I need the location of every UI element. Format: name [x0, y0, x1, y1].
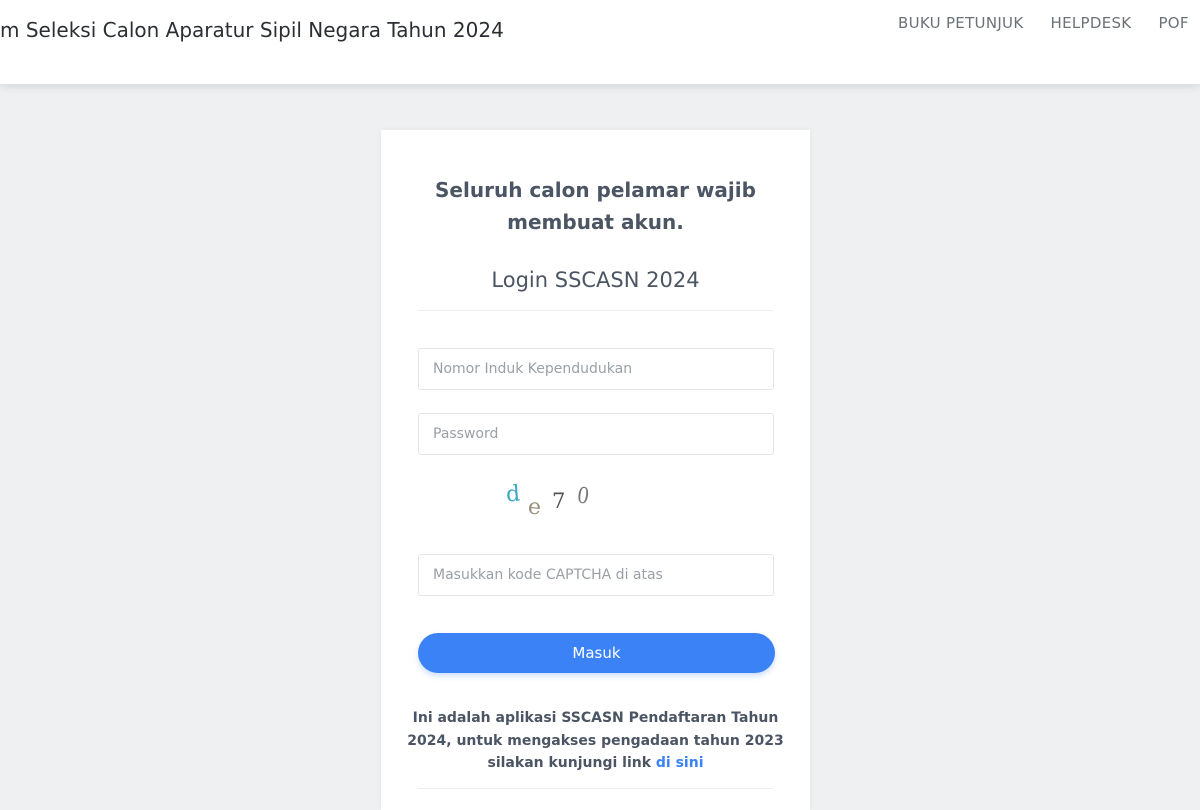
nav-portal[interactable]: POF	[1158, 14, 1188, 32]
divider	[418, 788, 773, 789]
nav-helpdesk[interactable]: HELPDESK	[1050, 14, 1131, 32]
password-input[interactable]	[418, 413, 774, 455]
login-headline: Seluruh calon pelamar wajib membuat akun…	[381, 174, 810, 238]
nav-buku-petunjuk[interactable]: BUKU PETUNJUK	[898, 14, 1023, 32]
divider	[418, 310, 773, 311]
top-navbar: m Seleksi Calon Aparatur Sipil Negara Ta…	[0, 0, 1200, 84]
captcha-char: 7	[552, 489, 566, 513]
info-text: Ini adalah aplikasi SSCASN Pendaftaran T…	[403, 707, 788, 775]
headline-line-2: membuat akun.	[507, 210, 684, 234]
login-button[interactable]: Masuk	[418, 633, 775, 673]
captcha-char: d	[505, 481, 521, 508]
legacy-site-link[interactable]: di sini	[656, 755, 704, 771]
app-title: m Seleksi Calon Aparatur Sipil Negara Ta…	[0, 18, 504, 42]
login-card: Seluruh calon pelamar wajib membuat akun…	[381, 130, 810, 810]
captcha-input[interactable]	[418, 554, 774, 596]
info-message: Ini adalah aplikasi SSCASN Pendaftaran T…	[407, 710, 784, 771]
captcha-char: 0	[575, 483, 591, 510]
captcha-char: e	[526, 494, 543, 521]
headline-line-1: Seluruh calon pelamar wajib	[435, 178, 756, 202]
login-subtitle: Login SSCASN 2024	[491, 268, 700, 292]
main-nav: BUKU PETUNJUK HELPDESK POF	[898, 14, 1200, 32]
nik-input[interactable]	[418, 348, 774, 390]
captcha-image: d e 7 0	[504, 478, 614, 524]
